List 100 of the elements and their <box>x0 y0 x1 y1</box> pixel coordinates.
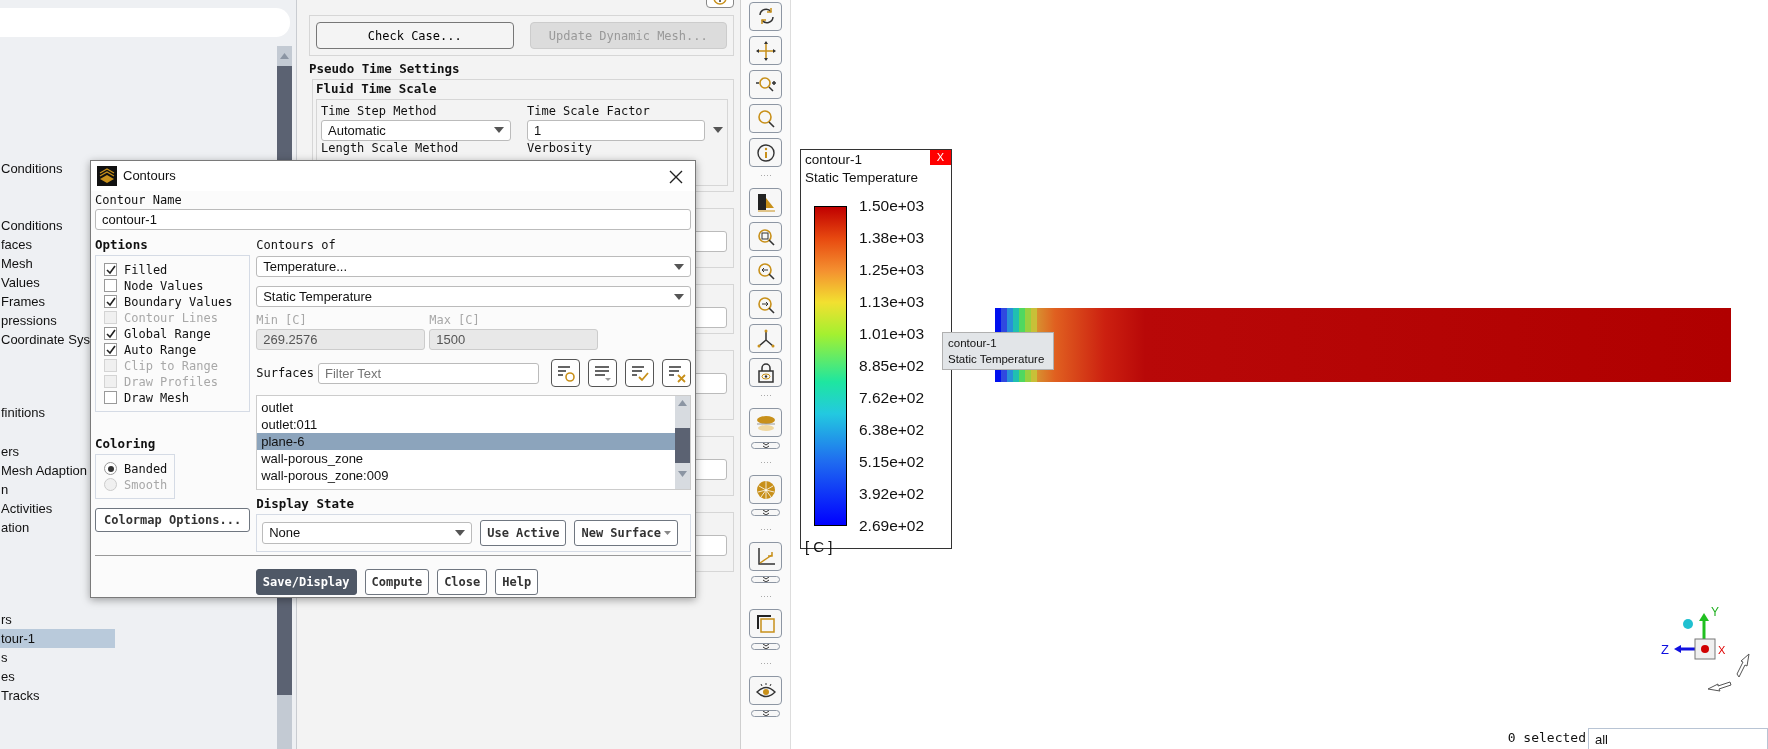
rotate-arrow-icon[interactable] <box>1707 681 1732 692</box>
dialog-button[interactable]: Save/Display <box>255 568 357 595</box>
expand-button[interactable] <box>751 576 780 583</box>
caret-icon <box>455 529 466 536</box>
expand-button[interactable] <box>751 710 780 717</box>
input-field: 1500 <box>429 329 599 350</box>
expand-button[interactable] <box>751 442 780 449</box>
scrollbar[interactable] <box>675 396 690 489</box>
list-item[interactable]: outlet <box>257 399 675 416</box>
checkbox-label: Global Range <box>124 325 211 343</box>
dropdown[interactable]: None <box>262 521 473 544</box>
caret-icon <box>494 127 504 133</box>
chevron-icon <box>762 510 769 515</box>
toolbar-button[interactable] <box>749 676 782 705</box>
checkbox[interactable] <box>104 279 117 293</box>
selection-count: 0 selected <box>1507 728 1586 747</box>
toolbar-button[interactable] <box>749 2 782 31</box>
surface-tool-button[interactable] <box>662 359 691 387</box>
dropdown[interactable]: Temperature... <box>256 256 691 277</box>
toolbar-button[interactable] <box>749 138 782 167</box>
dialog-button[interactable]: Help <box>495 568 539 595</box>
chevron-icon <box>762 443 769 448</box>
checkbox[interactable] <box>104 327 117 341</box>
checkbox[interactable] <box>104 295 117 309</box>
legend-title: contour-1 <box>804 152 863 168</box>
filter-field[interactable]: Filter Text <box>318 362 539 384</box>
scrollbar-thumb[interactable] <box>675 428 690 463</box>
tree-item[interactable]: tour-1 <box>0 629 115 648</box>
legend-tick-label: 1.25e+03 <box>859 261 925 278</box>
action-button[interactable]: Use Active <box>480 519 567 546</box>
toolbar-button[interactable] <box>749 188 782 217</box>
dialog-button[interactable]: Compute <box>364 568 430 595</box>
dialog-button[interactable]: Close <box>437 568 488 595</box>
sphere-icon <box>754 478 777 501</box>
legend-tick-label: 7.62e+02 <box>859 389 925 406</box>
dropdown-value: Static Temperature <box>263 288 373 306</box>
radio-button[interactable] <box>104 462 117 475</box>
sphere-icon <box>1683 619 1693 629</box>
field-label: Contours of <box>256 237 337 254</box>
legend-tick-label: 1.13e+03 <box>859 293 925 310</box>
surface-tool-button[interactable] <box>588 359 617 387</box>
checkbox-label: Clip to Range <box>124 357 218 375</box>
legend-tick-label: 6.38e+02 <box>859 421 925 438</box>
close-icon <box>669 169 683 184</box>
checkbox-label: Draw Mesh <box>124 389 190 407</box>
checkbox[interactable] <box>104 343 117 357</box>
tree-item[interactable]: Tracks <box>0 686 115 705</box>
action-button[interactable]: New Surface <box>574 519 678 546</box>
list-item[interactable]: wall-porous_zone:009 <box>257 467 675 484</box>
list-menu-icon <box>592 363 613 383</box>
field-label: Verbosity <box>527 140 593 155</box>
dropdown[interactable]: Static Temperature <box>256 286 691 307</box>
chevron-icon <box>762 644 769 649</box>
colormap-options-button[interactable]: Colormap Options... <box>95 507 251 532</box>
legend-tick-label: 1.01e+03 <box>859 325 925 342</box>
legend-tick-label: 1.38e+03 <box>859 229 925 246</box>
checkbox-label: Auto Range <box>124 341 197 359</box>
chevron-icon <box>762 711 769 716</box>
surface-tool-button[interactable] <box>551 359 580 387</box>
expand-button[interactable] <box>751 643 780 650</box>
list-item[interactable]: wall-porous_zone <box>257 450 675 467</box>
rotate-arrow-icon[interactable] <box>1736 653 1750 678</box>
dropdown-value: Automatic <box>328 121 386 140</box>
action-button[interactable]: Check Case... <box>316 22 514 49</box>
list-item[interactable]: outlet:011 <box>257 416 675 433</box>
list-check-icon <box>629 363 650 383</box>
surface-tool-button[interactable] <box>625 359 654 387</box>
window-icon <box>754 612 777 635</box>
legend-subtitle: Static Temperature <box>804 169 920 186</box>
checkbox-label: Filled <box>124 261 168 279</box>
toolbar-button[interactable] <box>749 609 782 638</box>
caret-icon[interactable] <box>713 127 723 133</box>
legend-close-button[interactable]: X <box>930 150 951 165</box>
legend-tick-label: 8.85e+02 <box>859 357 925 374</box>
field-label: Time Step Method <box>321 102 438 120</box>
tree-item[interactable]: s <box>0 648 115 667</box>
field-label: Time Scale Factor <box>527 102 651 120</box>
z-axis-label: Z <box>1661 642 1669 657</box>
checkbox[interactable] <box>104 263 117 277</box>
tree-item[interactable]: es <box>0 667 115 686</box>
field-label: Contour Name <box>95 192 183 209</box>
x-axis-label: X <box>1718 644 1726 656</box>
section-title: Pseudo Time Settings <box>309 60 461 78</box>
input-field[interactable]: contour-1 <box>95 209 691 230</box>
group-title: Fluid Time Scale <box>316 79 438 98</box>
y-axis-label: Y <box>1711 605 1719 619</box>
expand-button[interactable] <box>751 509 780 516</box>
field-label: Min [C] <box>256 312 308 329</box>
chevron-icon <box>762 577 769 582</box>
app-logo-icon <box>97 166 117 186</box>
legend-tick-label: 3.92e+02 <box>859 485 925 502</box>
toolbar-button[interactable] <box>749 358 782 387</box>
checkbox-label: Node Values <box>124 277 204 295</box>
list-item[interactable]: plane-6 <box>257 433 675 450</box>
input-field[interactable]: 1 <box>527 119 705 141</box>
dropdown[interactable]: Automatic <box>321 119 511 141</box>
checkbox[interactable] <box>104 391 117 405</box>
tree-item[interactable]: rs <box>0 610 115 629</box>
tooltip-title: contour-1 <box>948 336 998 351</box>
filter-field[interactable]: all <box>1588 728 1768 749</box>
